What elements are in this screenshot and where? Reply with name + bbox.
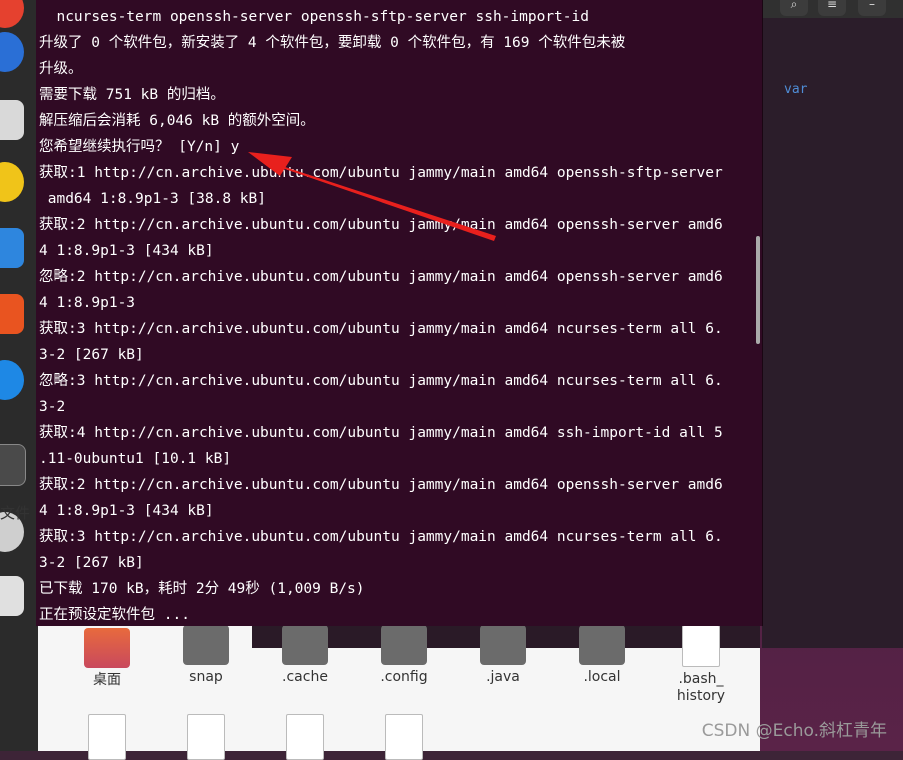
annotation-arrow-overlay xyxy=(248,152,496,241)
watermark: CSDN @Echo.斜杠青年 xyxy=(701,721,887,741)
annotation-arrowhead xyxy=(248,152,292,176)
annotation-arrow xyxy=(282,166,496,241)
